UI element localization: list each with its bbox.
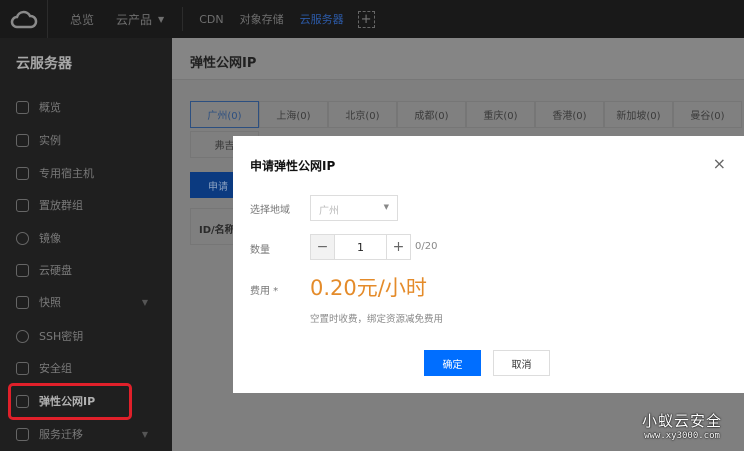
region-tabs: 广州(0) 上海(0) 北京(0) 成都(0) 重庆(0) 香港(0) 新加坡(… [190, 101, 742, 128]
tab-beijing[interactable]: 北京(0) [328, 101, 397, 128]
quantity-limit: 0/20 [415, 241, 438, 252]
migrate-icon [16, 427, 29, 441]
top-nav: 总览 云产品 ▼ CDN 对象存储 云服务器 + [0, 0, 744, 38]
price: 0.20元/小时 [310, 276, 427, 300]
divider [182, 7, 184, 31]
watermark-url: www.xy3000.com [644, 431, 720, 441]
quantity-stepper: − 1 + [310, 234, 411, 260]
sidebar-item-label: 云硬盘 [39, 264, 72, 277]
tab-guangzhou[interactable]: 广州(0) [190, 101, 259, 128]
sidebar-item-migration[interactable]: 服务迁移 ▼ [0, 419, 172, 449]
fee-label: 费用 * [250, 286, 279, 297]
sidebar-item-security-groups[interactable]: 安全组 [0, 353, 172, 383]
sidebar-item-label: 置放群组 [39, 199, 83, 212]
cube-icon [16, 133, 29, 147]
chevron-down-icon: ▼ [141, 429, 148, 439]
nav-object-storage[interactable]: 对象存储 [240, 11, 284, 27]
page-header: 弹性公网IP [172, 38, 744, 80]
tab-chongqing[interactable]: 重庆(0) [466, 101, 535, 128]
sidebar-item-label: 快照 [39, 296, 61, 309]
increment-button[interactable]: + [386, 235, 410, 259]
watermark: 小蚁云安全 www.xy3000.com [642, 410, 722, 441]
sidebar-item-label: 实例 [39, 134, 61, 147]
region-label: 选择地域 [250, 205, 290, 216]
sidebar: 云服务器 概览 实例 专用宿主机 置放群组 镜像 云硬盘 快照 ▼ SSH密钥 安… [0, 38, 172, 451]
nav-cvm[interactable]: 云服务器 [300, 11, 344, 27]
page-title: 弹性公网IP [190, 56, 257, 71]
sidebar-item-label: 专用宿主机 [39, 167, 94, 180]
apply-eip-dialog: 申请弹性公网IP × 选择地域 广州 ▼ 数量 − 1 + 0/20 费用 * 0… [233, 136, 744, 393]
tab-shanghai[interactable]: 上海(0) [259, 101, 328, 128]
decrement-button[interactable]: − [311, 235, 335, 259]
sidebar-item-ssh-keys[interactable]: SSH密钥 [0, 321, 172, 351]
sidebar-item-instances[interactable]: 实例 [0, 125, 172, 155]
sidebar-item-placement-group[interactable]: 置放群组 [0, 190, 172, 220]
sidebar-item-cloud-disk[interactable]: 云硬盘 [0, 255, 172, 285]
sidebar-item-images[interactable]: 镜像 [0, 223, 172, 253]
cloud-logo-icon[interactable] [0, 0, 48, 38]
chevron-down-icon: ▼ [383, 203, 389, 211]
region-value: 广州 [319, 206, 339, 217]
nav-products[interactable]: 云产品 ▼ [116, 11, 164, 28]
quantity-input[interactable]: 1 [335, 235, 386, 259]
nav-cdn[interactable]: CDN [199, 13, 223, 26]
sidebar-item-label: 安全组 [39, 362, 72, 375]
confirm-button[interactable]: 确定 [424, 350, 481, 376]
disk-icon [16, 263, 29, 277]
sidebar-item-overview[interactable]: 概览 [0, 92, 172, 122]
shield-icon [16, 361, 29, 375]
quantity-label: 数量 [250, 245, 270, 256]
sidebar-title: 云服务器 [16, 56, 72, 72]
fee-note: 空置时收费，绑定资源减免费用 [310, 314, 444, 325]
tab-chengdu[interactable]: 成都(0) [397, 101, 466, 128]
highlight-box [8, 383, 132, 420]
sidebar-item-label: 服务迁移 [39, 428, 83, 441]
camera-icon [16, 295, 29, 309]
nav-products-label: 云产品 [116, 12, 153, 27]
chevron-down-icon: ▼ [158, 14, 165, 24]
layers-icon [16, 166, 29, 180]
tab-singapore[interactable]: 新加坡(0) [604, 101, 673, 128]
tab-hongkong[interactable]: 香港(0) [535, 101, 604, 128]
cancel-button[interactable]: 取消 [493, 350, 550, 376]
sidebar-item-label: 概览 [39, 101, 61, 114]
chevron-down-icon: ▼ [141, 297, 148, 307]
grid-icon [16, 100, 29, 114]
sidebar-item-label: 镜像 [39, 232, 61, 245]
disc-icon [16, 231, 29, 245]
sidebar-item-dedicated-host[interactable]: 专用宿主机 [0, 158, 172, 188]
region-select[interactable]: 广州 ▼ [310, 195, 398, 221]
add-shortcut-button[interactable]: + [357, 10, 375, 28]
tab-bangkok[interactable]: 曼谷(0) [673, 101, 742, 128]
key-icon [16, 329, 29, 343]
sidebar-item-snapshots[interactable]: 快照 ▼ [0, 287, 172, 317]
dialog-title: 申请弹性公网IP [250, 159, 336, 173]
shield-icon [16, 198, 29, 212]
nav-overview[interactable]: 总览 [70, 11, 94, 28]
sidebar-item-label: SSH密钥 [39, 330, 84, 343]
close-icon[interactable]: × [713, 154, 726, 173]
watermark-name: 小蚁云安全 [641, 412, 722, 430]
